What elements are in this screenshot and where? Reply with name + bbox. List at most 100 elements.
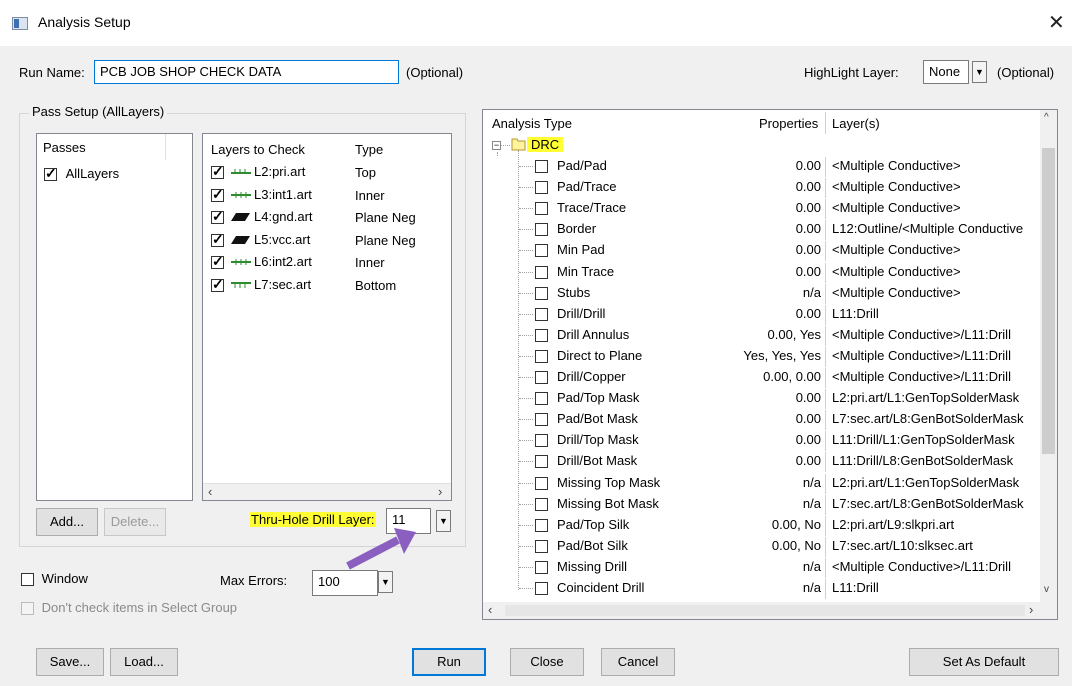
analysis-row[interactable]: Drill/Copper [535, 369, 626, 385]
max-errors-dropdown-icon[interactable]: ▼ [378, 571, 393, 593]
layer-row[interactable]: L6:int2.art [211, 253, 312, 270]
layer-checkbox[interactable] [211, 208, 224, 225]
run-name-input[interactable]: PCB JOB SHOP CHECK DATA [94, 60, 399, 84]
tree-line [519, 588, 533, 589]
add-button[interactable]: Add... [36, 508, 98, 536]
save-button[interactable]: Save... [36, 648, 104, 676]
list-item[interactable]: AllLayers [44, 165, 119, 182]
analysis-checkbox[interactable] [535, 476, 548, 490]
delete-button[interactable]: Delete... [104, 508, 166, 536]
load-button[interactable]: Load... [110, 648, 178, 676]
analysis-row[interactable]: Min Pad [535, 242, 605, 258]
layer-row[interactable]: L7:sec.art [211, 276, 311, 293]
pass-setup-title: Pass Setup (AllLayers) [29, 104, 168, 119]
scroll-down-icon[interactable]: v [1044, 584, 1049, 595]
layer-row[interactable]: L5:vcc.art [211, 231, 310, 248]
analysis-checkbox[interactable] [535, 539, 548, 553]
close-button[interactable]: Close [510, 648, 584, 676]
analysis-checkbox[interactable] [535, 413, 548, 427]
layers-hscrollbar[interactable]: ‹ › [203, 483, 451, 500]
analysis-row[interactable]: Pad/Bot Silk [535, 538, 628, 553]
cancel-button[interactable]: Cancel [601, 648, 675, 676]
analysis-row[interactable]: Drill/Bot Mask [535, 453, 637, 469]
analysis-row[interactable]: Drill/Top Mask [535, 432, 639, 448]
max-errors-select[interactable]: 100 [312, 570, 378, 596]
layer-checkbox[interactable] [211, 163, 224, 180]
analysis-row[interactable]: Pad/Trace [535, 179, 617, 195]
analysis-row[interactable]: Stubs [535, 285, 590, 300]
layer-checkbox[interactable] [211, 276, 224, 293]
passes-list[interactable]: Passes AllLayers [36, 133, 193, 501]
layer-checkbox[interactable] [211, 231, 224, 248]
analysis-checkbox[interactable] [535, 455, 548, 469]
layer-row[interactable]: L4:gnd.art [211, 208, 313, 225]
layer-row[interactable]: L2:pri.art [211, 163, 305, 180]
analysis-row[interactable]: Trace/Trace [535, 200, 626, 216]
scroll-up-icon[interactable]: ^ [1044, 112, 1049, 123]
layer-checkbox[interactable] [211, 186, 224, 203]
tree-line [519, 187, 533, 189]
drc-root-label[interactable]: DRC [527, 137, 564, 152]
analysis-row[interactable]: Drill/Drill [535, 306, 605, 321]
drill-layer-dropdown-icon[interactable]: ▼ [436, 510, 451, 532]
analysis-row[interactable]: Border [535, 221, 596, 237]
analysis-vscrollbar[interactable]: ^ v [1040, 110, 1057, 602]
analysis-row[interactable]: Pad/Bot Mask [535, 411, 638, 427]
analysis-row[interactable]: Pad/Top Silk [535, 517, 629, 532]
layers-list[interactable]: Layers to Check Type L2:pri.art Top L3:int… [202, 133, 452, 501]
highlight-layer-select[interactable]: None [923, 60, 969, 84]
analysis-checkbox[interactable] [535, 349, 548, 363]
collapse-icon[interactable]: − [492, 141, 501, 150]
select-group-option[interactable]: Don't check items in Select Group [21, 600, 237, 616]
analysis-checkbox[interactable] [535, 371, 548, 385]
scroll-thumb[interactable] [1042, 148, 1055, 454]
scroll-left-icon[interactable]: ‹ [208, 484, 212, 499]
analysis-checkbox[interactable] [535, 434, 548, 448]
scroll-right-icon[interactable]: › [1029, 602, 1033, 617]
highlight-layer-dropdown-icon[interactable]: ▼ [972, 61, 987, 83]
analysis-checkbox[interactable] [535, 307, 548, 321]
column-divider [825, 220, 826, 241]
scroll-left-icon[interactable]: ‹ [488, 602, 492, 617]
window-option[interactable]: Window [21, 571, 88, 587]
analysis-checkbox[interactable] [535, 518, 548, 532]
close-icon[interactable]: ✕ [1048, 10, 1065, 35]
analysis-row[interactable]: Missing Drill [535, 559, 627, 574]
layer-checkbox[interactable] [211, 253, 224, 270]
analysis-row[interactable]: Drill Annulus [535, 327, 629, 342]
analysis-checkbox[interactable] [535, 328, 548, 342]
analysis-checkbox[interactable] [535, 265, 548, 279]
analysis-row[interactable]: Coincident Drill [535, 580, 644, 596]
analysis-checkbox[interactable] [535, 560, 548, 574]
inner-layer-icon [230, 188, 252, 203]
analysis-checkbox[interactable] [535, 160, 548, 174]
analysis-row[interactable]: Min Trace [535, 264, 614, 279]
analysis-checkbox[interactable] [535, 286, 548, 300]
analysis-tree[interactable]: Analysis Type Properties Layer(s) − DRC … [482, 109, 1058, 620]
analysis-row[interactable]: Direct to Plane [535, 348, 642, 363]
analysis-checkbox[interactable] [535, 202, 548, 216]
analysis-row[interactable]: Pad/Top Mask [535, 390, 639, 406]
analysis-type: Drill Annulus [557, 326, 630, 342]
analysis-checkbox[interactable] [535, 392, 548, 406]
scroll-right-icon[interactable]: › [438, 484, 442, 499]
column-divider [825, 262, 826, 283]
layer-row[interactable]: L3:int1.art [211, 186, 312, 203]
analysis-layers: <Multiple Conductive> [832, 158, 961, 173]
analysis-checkbox[interactable] [535, 181, 548, 195]
analysis-checkbox[interactable] [535, 497, 548, 511]
pass-checkbox[interactable] [44, 165, 57, 182]
analysis-checkbox[interactable] [535, 244, 548, 258]
select-group-checkbox[interactable] [21, 602, 34, 616]
set-default-button[interactable]: Set As Default [909, 648, 1059, 676]
run-button[interactable]: Run [412, 648, 486, 676]
window-checkbox[interactable] [21, 573, 34, 587]
analysis-hscrollbar[interactable]: ‹ › [483, 602, 1057, 619]
tree-line [519, 334, 533, 336]
analysis-checkbox[interactable] [535, 582, 548, 596]
analysis-row[interactable]: Missing Top Mask [535, 475, 660, 490]
analysis-row[interactable]: Missing Bot Mask [535, 496, 659, 511]
analysis-row[interactable]: Pad/Pad [535, 158, 607, 174]
analysis-checkbox[interactable] [535, 223, 548, 237]
hscroll-thumb[interactable] [505, 605, 1025, 616]
